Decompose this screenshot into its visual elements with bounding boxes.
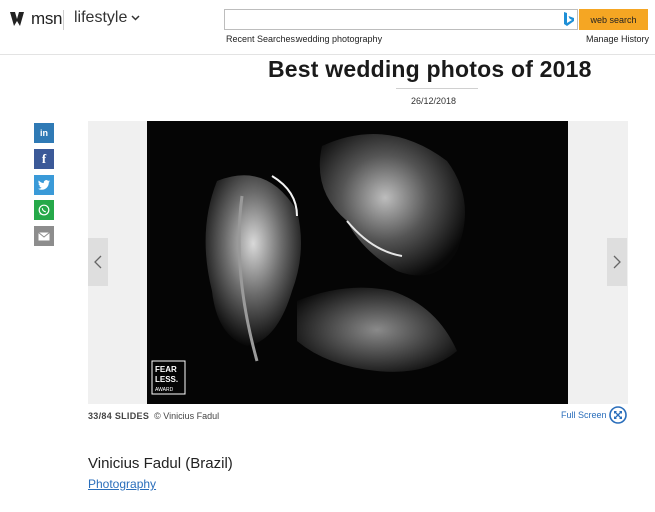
slide-count: 33/84 SLIDES: [88, 411, 150, 421]
chevron-right-icon: [613, 255, 621, 269]
whatsapp-icon: [38, 204, 50, 216]
page-title: Best wedding photos of 2018: [268, 56, 592, 82]
svg-text:LESS.: LESS.: [155, 375, 178, 384]
share-facebook-button[interactable]: f: [34, 149, 54, 169]
share-whatsapp-button[interactable]: [34, 200, 54, 220]
share-twitter-button[interactable]: [34, 175, 54, 195]
full-screen-link[interactable]: Full Screen: [561, 410, 607, 420]
section-label: lifestyle: [74, 9, 128, 26]
title-divider: [396, 88, 478, 89]
photo-credit: © Vinicius Fadul: [154, 411, 220, 421]
msn-logo[interactable]: msn: [8, 8, 63, 30]
svg-text:FEAR: FEAR: [155, 365, 177, 374]
bing-icon: [564, 12, 574, 26]
chevron-down-icon: [131, 15, 140, 21]
site-header: msn lifestyle web search Recent Searches…: [0, 0, 655, 55]
section-dropdown[interactable]: lifestyle: [74, 9, 140, 27]
photography-link[interactable]: Photography: [88, 477, 156, 491]
search-input[interactable]: [224, 9, 578, 30]
twitter-icon: [38, 180, 50, 190]
chevron-left-icon: [94, 255, 102, 269]
previous-slide-button[interactable]: [88, 238, 108, 286]
header-divider: [63, 10, 64, 30]
wedding-photo-image: FEAR LESS. AWARD: [147, 121, 568, 404]
slide-caption-title: Vinicius Fadul (Brazil): [88, 455, 233, 472]
publish-date: 26/12/2018: [411, 96, 457, 106]
recent-searches-label: Recent Searches:: [226, 34, 298, 44]
slide-photo[interactable]: FEAR LESS. AWARD: [147, 121, 568, 404]
share-linkedin-button[interactable]: in: [34, 123, 54, 143]
facebook-icon: f: [41, 151, 47, 166]
logo-text: msn: [31, 9, 63, 28]
expand-icon[interactable]: [609, 406, 627, 424]
web-search-button[interactable]: web search: [579, 9, 648, 30]
msn-butterfly-icon: [10, 12, 24, 26]
slide-counter: 33/84 SLIDES © Vinicius Fadul: [88, 411, 219, 421]
next-slide-button[interactable]: [607, 238, 627, 286]
linkedin-icon: in: [40, 128, 48, 138]
manage-history-link[interactable]: Manage History: [586, 34, 649, 44]
email-icon: [38, 231, 50, 240]
share-email-button[interactable]: [34, 226, 54, 246]
recent-search-item[interactable]: wedding photography: [296, 34, 382, 44]
svg-text:AWARD: AWARD: [155, 387, 174, 393]
